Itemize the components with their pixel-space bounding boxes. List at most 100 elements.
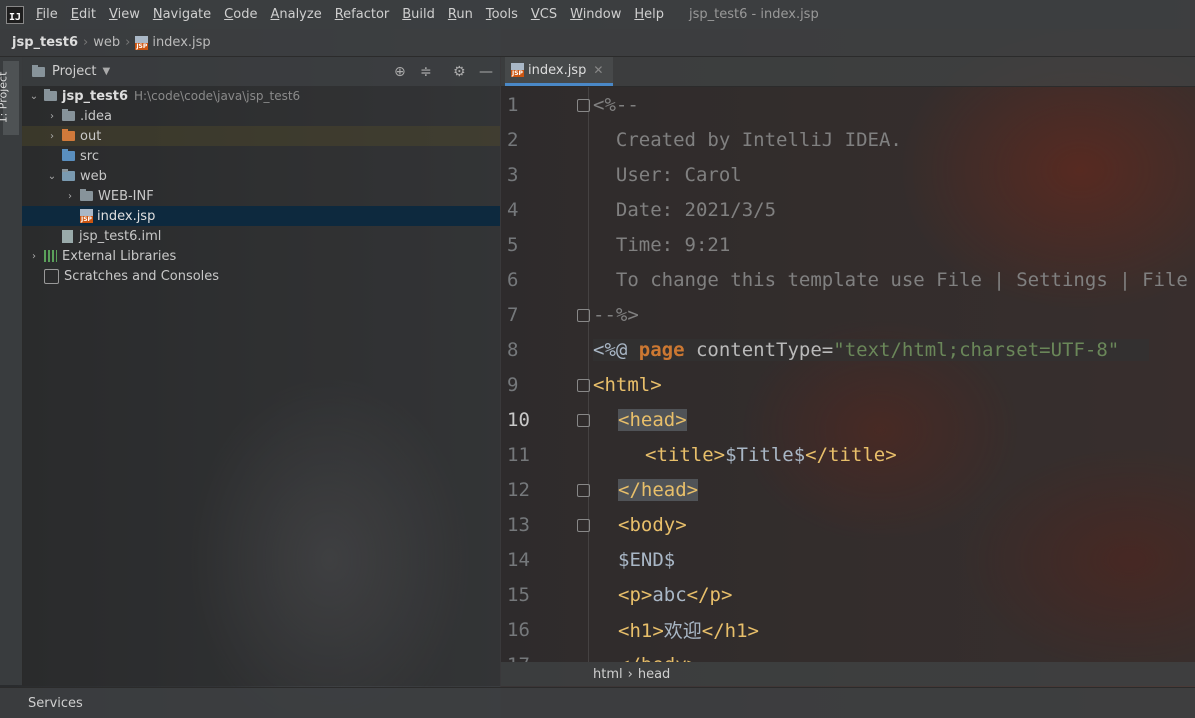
bottom-tool-bar: Services	[0, 687, 1195, 718]
tree-root-label: jsp_test6	[62, 88, 129, 104]
tree-item-label: Scratches and Consoles	[64, 268, 220, 284]
breadcrumb-head[interactable]: head	[638, 667, 670, 682]
line-number: 6	[507, 268, 519, 291]
menu-build[interactable]: Build	[402, 7, 435, 22]
line-number: 5	[507, 233, 519, 256]
fold-icon[interactable]	[577, 519, 590, 532]
nav-separator-icon: ›	[125, 35, 131, 50]
menu-analyze[interactable]: Analyze	[270, 7, 321, 22]
code-line: 4 Date: 2021/3/5	[501, 192, 1195, 227]
code-text: <%@ page contentType="text/html;charset=…	[593, 338, 1150, 361]
menu-help[interactable]: Help	[634, 7, 664, 22]
tree-item-src[interactable]: src	[22, 146, 500, 166]
code-text: <body>	[618, 513, 687, 536]
project-folder-icon	[32, 64, 45, 77]
tree-item-iml[interactable]: jsp_test6.iml	[22, 226, 500, 246]
code-text: <p>abc</p>	[618, 583, 733, 606]
nav-project[interactable]: jsp_test6	[12, 35, 78, 50]
jsp-file-icon	[80, 209, 93, 223]
tree-item-scratches[interactable]: Scratches and Consoles	[22, 266, 500, 286]
code-line: 6 To change this template use File | Set…	[501, 262, 1195, 297]
editor-breadcrumbs: html › head	[501, 662, 1195, 686]
project-panel-title[interactable]: Project	[52, 64, 96, 79]
fold-icon[interactable]	[577, 414, 590, 427]
line-number: 17	[501, 654, 562, 663]
code-text: Created by IntelliJ IDEA.	[593, 128, 902, 151]
library-icon	[44, 250, 57, 262]
chevron-right-icon[interactable]: ›	[64, 191, 76, 202]
menu-window[interactable]: Window	[570, 7, 621, 22]
menu-navigate[interactable]: Navigate	[153, 7, 211, 22]
line-number: 2	[507, 128, 519, 151]
fold-icon[interactable]	[577, 99, 590, 112]
code-line: 14 $END$	[501, 542, 1195, 577]
line-number: 4	[507, 198, 519, 221]
chevron-right-icon[interactable]: ›	[46, 111, 58, 122]
editor-tab-bar: index.jsp ✕	[501, 57, 1195, 87]
code-line: 5 Time: 9:21	[501, 227, 1195, 262]
tree-item-root[interactable]: ⌄ jsp_test6 H:\code\code\java\jsp_test6	[22, 86, 500, 106]
folder-icon	[62, 109, 75, 121]
code-text: <title>$Title$</title>	[645, 443, 897, 466]
chevron-down-icon[interactable]: ⌄	[28, 91, 40, 102]
tree-item-label: web	[80, 168, 107, 184]
collapse-all-icon[interactable]: ≑	[420, 64, 432, 80]
tree-item-out[interactable]: › out	[22, 126, 500, 146]
menu-tools[interactable]: Tools	[486, 7, 518, 22]
tab-label: index.jsp	[528, 62, 587, 78]
code-line: 7 --%>	[501, 297, 1195, 332]
code-text: <html>	[593, 373, 662, 396]
close-icon[interactable]: ✕	[593, 63, 603, 77]
chevron-down-icon[interactable]: ⌄	[46, 171, 58, 182]
chevron-right-icon[interactable]: ›	[46, 131, 58, 142]
tree-item-external-libraries[interactable]: › External Libraries	[22, 246, 500, 266]
code-text: </body>	[618, 654, 698, 663]
nav-file[interactable]: index.jsp	[152, 35, 210, 50]
tree-item-indexjsp[interactable]: index.jsp	[22, 206, 500, 226]
code-editor[interactable]: 1 <%-- 2 Created by IntelliJ IDEA. 3 Use…	[501, 87, 1195, 662]
menu-bar: IJ File Edit View Navigate Code Analyze …	[0, 0, 1195, 29]
fold-icon[interactable]	[577, 379, 590, 392]
code-text: <h1>欢迎</h1>	[618, 620, 759, 642]
chevron-right-icon[interactable]: ›	[28, 251, 40, 262]
line-number: 10	[507, 408, 530, 431]
tree-root-path: H:\code\code\java\jsp_test6	[134, 89, 301, 103]
code-line: 13 <body>	[501, 507, 1195, 542]
menu-run[interactable]: Run	[448, 7, 473, 22]
tree-item-label: index.jsp	[97, 208, 156, 224]
line-number: 14	[507, 548, 530, 571]
menu-view[interactable]: View	[109, 7, 140, 22]
line-number: 7	[507, 303, 519, 326]
menu-file[interactable]: File	[36, 7, 58, 22]
gear-icon[interactable]: ⚙	[453, 64, 466, 80]
tree-item-idea[interactable]: › .idea	[22, 106, 500, 126]
chevron-down-icon[interactable]: ▼	[102, 66, 110, 77]
folder-icon	[80, 189, 93, 201]
breadcrumb-separator-icon: ›	[627, 666, 633, 682]
locate-icon[interactable]: ⊕	[394, 64, 406, 80]
code-text: $END$	[618, 548, 676, 571]
code-line: 16 <h1>欢迎</h1>	[501, 612, 1195, 647]
nav-separator-icon: ›	[83, 35, 89, 50]
nav-folder[interactable]: web	[93, 35, 120, 50]
project-tool-window-tab[interactable]: 1: Project	[0, 61, 19, 135]
line-number: 9	[507, 373, 519, 396]
menu-vcs[interactable]: VCS	[531, 7, 557, 22]
project-panel-header: Project ▼ ⊕ ≑ ⚙ —	[22, 57, 500, 86]
minimize-icon[interactable]: —	[479, 64, 493, 80]
code-line: 3 User: Carol	[501, 157, 1195, 192]
menu-code[interactable]: Code	[224, 7, 257, 22]
fold-icon[interactable]	[577, 309, 590, 322]
tab-index-jsp[interactable]: index.jsp ✕	[505, 57, 614, 86]
menu-edit[interactable]: Edit	[71, 7, 96, 22]
line-number: 8	[507, 338, 519, 361]
web-folder-icon	[62, 169, 75, 181]
tree-item-web[interactable]: ⌄ web	[22, 166, 500, 186]
breadcrumb-html[interactable]: html	[593, 667, 623, 682]
fold-icon[interactable]	[577, 484, 590, 497]
tree-item-webinf[interactable]: › WEB-INF	[22, 186, 500, 206]
services-tab[interactable]: Services	[28, 696, 83, 711]
excluded-folder-icon	[62, 129, 75, 141]
menu-refactor[interactable]: Refactor	[335, 7, 390, 22]
tree-item-label: jsp_test6.iml	[79, 228, 162, 244]
